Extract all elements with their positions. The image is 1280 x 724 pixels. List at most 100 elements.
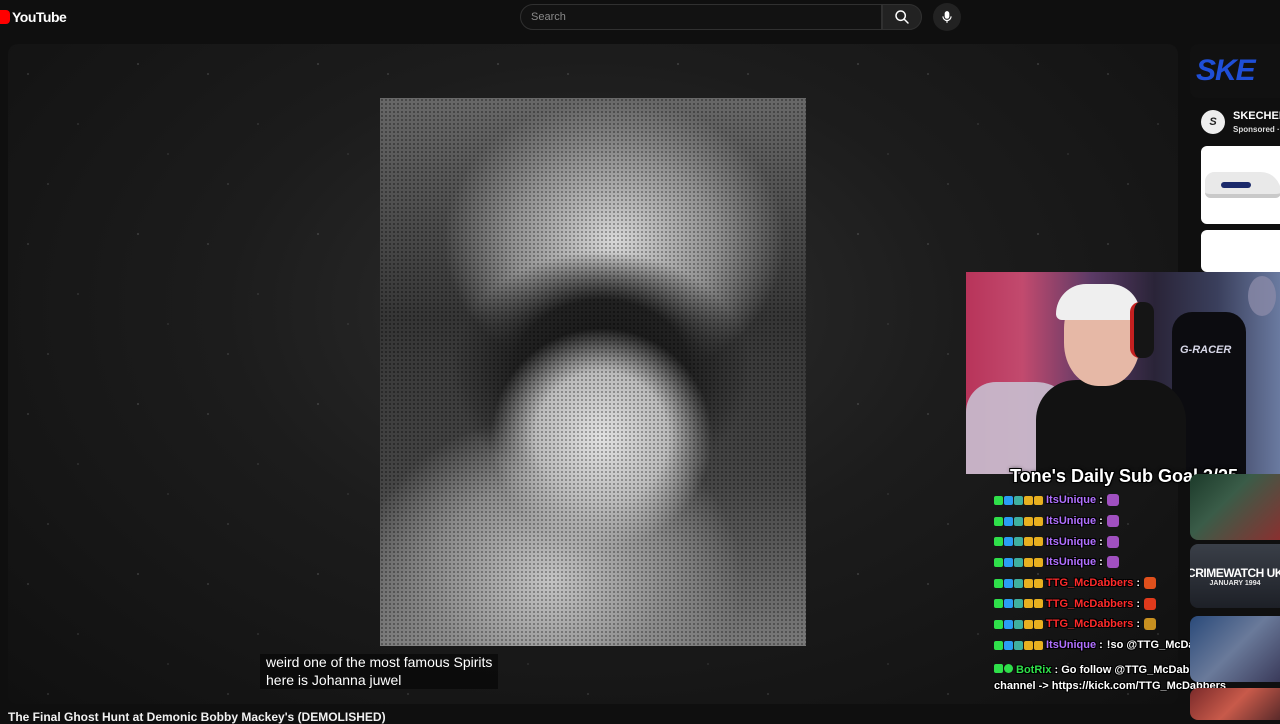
advertiser-avatar[interactable]: S [1201, 110, 1225, 134]
chat-emote-icon [1106, 535, 1119, 548]
search-box [520, 4, 882, 30]
chat-badge-icon [1004, 619, 1013, 629]
ad-product-card[interactable] [1201, 146, 1280, 224]
chat-separator: : [1136, 618, 1141, 631]
headset [1130, 302, 1154, 358]
chat-badge-icon [1014, 640, 1023, 650]
chat-badge-icon [1034, 578, 1043, 588]
chat-badge-icon [1024, 516, 1033, 526]
chat-badge-icon [1024, 557, 1033, 567]
video-title: The Final Ghost Hunt at Demonic Bobby Ma… [8, 710, 386, 724]
chair-brand-label: G-RACER [1180, 344, 1232, 356]
chat-badge-icon [994, 516, 1003, 526]
advertiser-avatar-text: S [1209, 116, 1217, 128]
halftone-overlay [380, 98, 806, 646]
streamer-cap [1056, 284, 1140, 320]
chat-badge-icon [994, 578, 1003, 588]
chat-badge-icon [1014, 495, 1023, 505]
chat-emote-icon [1106, 494, 1119, 507]
chat-badges [994, 619, 1043, 629]
chat-emote-icon [1106, 556, 1119, 569]
chat-badge-icon [994, 537, 1003, 547]
chat-separator: : [1099, 556, 1103, 569]
closed-caption: weird one of the most famous Spirits her… [260, 654, 499, 689]
chat-badge-icon [1024, 640, 1033, 650]
chat-badge-icon [1014, 578, 1023, 588]
logo-text: YouTube [12, 9, 67, 25]
vintage-portrait-photo [380, 98, 806, 646]
chat-badge-icon [1024, 619, 1033, 629]
top-bar: YouTube [0, 0, 1280, 36]
chat-badge-icon [1014, 599, 1023, 609]
chat-username: TTG_McDabbers [1046, 618, 1134, 631]
chat-badge-icon [1034, 640, 1043, 650]
chat-username: ItsUnique [1046, 494, 1097, 507]
chat-badges [994, 557, 1043, 567]
recommended-thumbnail[interactable] [1190, 688, 1280, 720]
chat-emote-icon [1144, 597, 1157, 610]
chat-badge-icon [994, 599, 1003, 609]
ad-banner-logo: SKE [1196, 54, 1256, 87]
chat-badge-icon [1024, 537, 1033, 547]
chat-separator: : [1136, 577, 1141, 590]
search-input[interactable] [521, 5, 881, 29]
chat-badge-icon [1004, 578, 1013, 588]
sponsored-label: Sponsored · [1233, 125, 1280, 134]
chat-username: ItsUnique [1046, 556, 1097, 569]
thumbnail-date: JANUARY 1994 [1209, 579, 1261, 587]
chat-badge-icon [1004, 557, 1013, 567]
chat-badges [994, 516, 1043, 526]
streamer-webcam: G-RACER [966, 272, 1280, 474]
chat-badge-icon [1034, 516, 1043, 526]
recommended-thumbnail[interactable] [1190, 616, 1280, 682]
chat-badge-icon [1014, 537, 1023, 547]
chat-badge-icon [994, 640, 1003, 650]
chat-badge-icon [1004, 599, 1013, 609]
chat-badges [994, 578, 1043, 588]
chat-badges [994, 495, 1043, 505]
streamer-shirt [1036, 380, 1186, 474]
youtube-logo[interactable]: YouTube [0, 9, 67, 25]
chat-emote-icon [1144, 618, 1157, 631]
chat-badge-icon [1034, 495, 1043, 505]
caption-line-2: here is Johanna juwel [266, 671, 402, 688]
chat-badges [994, 664, 1013, 673]
ad-banner[interactable]: SKE [1190, 44, 1280, 98]
chat-badge-icon [1004, 495, 1013, 505]
caption-line-1: weird one of the most famous Spirits [266, 654, 493, 670]
chat-username: ItsUnique [1046, 515, 1097, 528]
chat-separator: : [1099, 535, 1103, 548]
chat-badge-icon [994, 557, 1003, 567]
search-icon [895, 10, 909, 24]
chat-badge-icon [994, 495, 1003, 505]
chat-badge-icon [1004, 537, 1013, 547]
chat-username: TTG_McDabbers [1046, 577, 1134, 590]
chat-badges [994, 537, 1043, 547]
chat-badges [994, 599, 1043, 609]
recommended-thumbnail[interactable] [1190, 474, 1280, 540]
advertiser-name[interactable]: SKECHER [1233, 110, 1280, 122]
search-button[interactable] [882, 4, 922, 30]
chat-badge-icon [1034, 599, 1043, 609]
chat-badge-icon [1024, 495, 1033, 505]
chat-emote-icon [1144, 577, 1157, 590]
voice-search-button[interactable] [933, 3, 961, 31]
chat-separator: : [1099, 494, 1103, 507]
streamer [1036, 280, 1186, 474]
shoe-image [1205, 172, 1280, 198]
recommended-thumbnail[interactable]: CRIMEWATCH UK JANUARY 1994 [1190, 544, 1280, 608]
chat-separator: : [1099, 639, 1103, 652]
chat-username: ItsUnique [1046, 639, 1097, 652]
lamp [1248, 276, 1276, 316]
chat-badge-icon [1004, 516, 1013, 526]
ad-product-card[interactable] [1201, 230, 1280, 272]
chat-badge-icon [1014, 516, 1023, 526]
chat-badge-icon [1014, 557, 1023, 567]
chat-badge-icon [1024, 578, 1033, 588]
chat-badge-icon [1034, 537, 1043, 547]
chat-username: TTG_McDabbers [1046, 597, 1134, 610]
chat-badge-icon [1014, 619, 1023, 629]
chat-badge-icon [1034, 557, 1043, 567]
chat-username: ItsUnique [1046, 535, 1097, 548]
chat-username: BotRix [1016, 664, 1052, 676]
